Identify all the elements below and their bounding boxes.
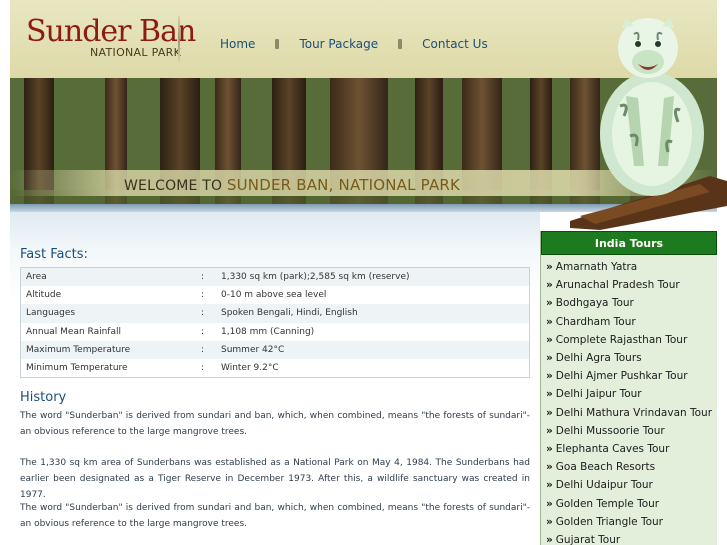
bullet-icon: » — [546, 424, 553, 437]
logo-divider — [178, 16, 180, 62]
bullet-icon: » — [546, 388, 553, 401]
tour-link[interactable]: » Delhi Mathura Vrindavan Tour — [541, 404, 717, 422]
fact-label: Altitude — [26, 290, 62, 301]
fact-colon: : — [201, 272, 205, 283]
tour-link[interactable]: » Arunachal Pradesh Tour — [541, 276, 717, 294]
welcome-prefix: WELCOME TO — [124, 178, 223, 194]
history-heading: History — [20, 390, 67, 405]
tour-link[interactable]: » Goa Beach Resorts — [541, 458, 717, 476]
fact-value: Winter 9.2°C — [221, 363, 279, 374]
india-tours-sidebar: India Tours » Amarnath Yatra » Arunachal P… — [540, 231, 717, 545]
fact-row-max-temperature: Maximum Temperature : Summer 42°C — [21, 340, 529, 359]
bullet-icon: » — [546, 279, 553, 292]
fact-label: Minimum Temperature — [26, 363, 128, 374]
tour-label: Delhi Ajmer Pushkar Tour — [555, 370, 688, 383]
page: Sunder Ban NATIONAL PARK Home Tour Packa… — [0, 0, 727, 545]
tour-label: Arunachal Pradesh Tour — [555, 279, 680, 292]
main-nav: Home Tour Package Contact Us — [220, 37, 488, 51]
bullet-icon: » — [546, 479, 553, 492]
site-logo-subtitle: NATIONAL PARK — [90, 46, 182, 59]
tour-link[interactable]: » Delhi Ajmer Pushkar Tour — [541, 367, 717, 385]
tour-label: Bodhgaya Tour — [555, 297, 634, 310]
history-paragraph: The 1,330 sq km area of Sunderbans was e… — [20, 458, 530, 500]
nav-contact-us[interactable]: Contact Us — [422, 37, 488, 51]
tour-label: Chardham Tour — [555, 315, 636, 328]
fact-row-altitude: Altitude : 0-10 m above sea level — [21, 286, 529, 304]
tour-link[interactable]: » Chardham Tour — [541, 313, 717, 331]
tour-link[interactable]: » Amarnath Yatra — [541, 258, 717, 276]
bullet-icon: » — [546, 461, 553, 474]
nav-home[interactable]: Home — [220, 37, 255, 51]
bullet-icon: » — [546, 352, 553, 365]
fact-colon: : — [201, 344, 205, 355]
tour-list: » Amarnath Yatra » Arunachal Pradesh Tour … — [541, 255, 717, 545]
fast-facts-heading: Fast Facts: — [20, 247, 88, 262]
tour-link[interactable]: » Elephanta Caves Tour — [541, 440, 717, 458]
tour-link[interactable]: » Delhi Agra Tours — [541, 349, 717, 367]
fact-row-min-temperature: Minimum Temperature : Winter 9.2°C — [21, 359, 529, 377]
main-content: Fast Facts: Area : 1,330 sq km (park);2,… — [10, 212, 540, 545]
fact-colon: : — [201, 363, 205, 374]
sidebar-title: India Tours — [541, 231, 717, 255]
bullet-icon: » — [546, 370, 553, 383]
tour-link[interactable]: » Gujarat Tour — [541, 531, 717, 545]
fact-colon: : — [201, 308, 205, 319]
bullet-icon: » — [546, 442, 553, 455]
tour-link[interactable]: » Delhi Mussoorie Tour — [541, 422, 717, 440]
tour-link[interactable]: » Golden Temple Tour — [541, 494, 717, 512]
tour-link[interactable]: » Delhi Udaipur Tour — [541, 476, 717, 494]
fact-value: 1,330 sq km (park);2,585 sq km (reserve) — [221, 272, 410, 283]
fact-value: Spoken Bengali, Hindi, English — [221, 308, 358, 319]
fact-value: 0-10 m above sea level — [221, 290, 327, 301]
history-paragraph: The word "Sunderban" is derived from sun… — [20, 503, 530, 529]
tour-label: Delhi Mathura Vrindavan Tour — [555, 406, 713, 419]
fact-row-languages: Languages : Spoken Bengali, Hindi, Engli… — [21, 304, 529, 323]
fact-label: Annual Mean Rainfall — [26, 326, 121, 337]
fact-colon: : — [201, 290, 205, 301]
tour-label: Delhi Udaipur Tour — [555, 479, 653, 492]
tour-label: Amarnath Yatra — [555, 261, 638, 274]
nav-tour-package[interactable]: Tour Package — [299, 37, 378, 51]
welcome-park-name: SUNDER BAN, NATIONAL PARK — [226, 176, 461, 194]
bullet-icon: » — [546, 497, 553, 510]
fact-label: Area — [26, 272, 47, 283]
tour-label: Golden Triangle Tour — [555, 515, 663, 528]
bullet-icon: » — [546, 333, 553, 346]
fact-colon: : — [201, 326, 205, 337]
fact-value: 1,108 mm (Canning) — [221, 326, 315, 337]
bullet-icon: » — [546, 406, 553, 419]
bullet-icon: » — [546, 515, 553, 528]
fact-row-rainfall: Annual Mean Rainfall : 1,108 mm (Canning… — [21, 323, 529, 341]
fact-row-area: Area : 1,330 sq km (park);2,585 sq km (r… — [21, 268, 529, 287]
tour-label: Delhi Agra Tours — [555, 352, 642, 365]
welcome-message: WELCOME TO SUNDER BAN, NATIONAL PARK — [124, 176, 460, 194]
tour-label: Elephanta Caves Tour — [555, 442, 670, 455]
tour-label: Goa Beach Resorts — [555, 461, 656, 474]
tour-link[interactable]: » Bodhgaya Tour — [541, 294, 717, 312]
tour-link[interactable]: » Complete Rajasthan Tour — [541, 331, 717, 349]
white-tiger-image — [570, 18, 727, 230]
tour-label: Delhi Mussoorie Tour — [555, 424, 665, 437]
fast-facts-table: Area : 1,330 sq km (park);2,585 sq km (r… — [20, 267, 530, 379]
tour-label: Golden Temple Tour — [555, 497, 660, 510]
tour-label: Complete Rajasthan Tour — [555, 333, 688, 346]
bullet-icon: » — [546, 297, 553, 310]
bullet-icon: » — [546, 315, 553, 328]
site-logo[interactable]: Sunder Ban — [26, 14, 196, 49]
tour-link[interactable]: » Delhi Jaipur Tour — [541, 385, 717, 403]
fact-label: Languages — [26, 308, 76, 319]
nav-separator — [398, 39, 403, 49]
fact-value: Summer 42°C — [221, 344, 285, 355]
tour-link[interactable]: » Golden Triangle Tour — [541, 513, 717, 531]
fact-label: Maximum Temperature — [26, 344, 131, 355]
bullet-icon: » — [546, 261, 553, 274]
history-paragraph: The word "Sunderban" is derived from sun… — [20, 411, 530, 437]
tour-label: Delhi Jaipur Tour — [555, 388, 642, 401]
bullet-icon: » — [546, 533, 553, 545]
nav-separator — [275, 39, 280, 49]
tour-label: Gujarat Tour — [555, 533, 621, 545]
